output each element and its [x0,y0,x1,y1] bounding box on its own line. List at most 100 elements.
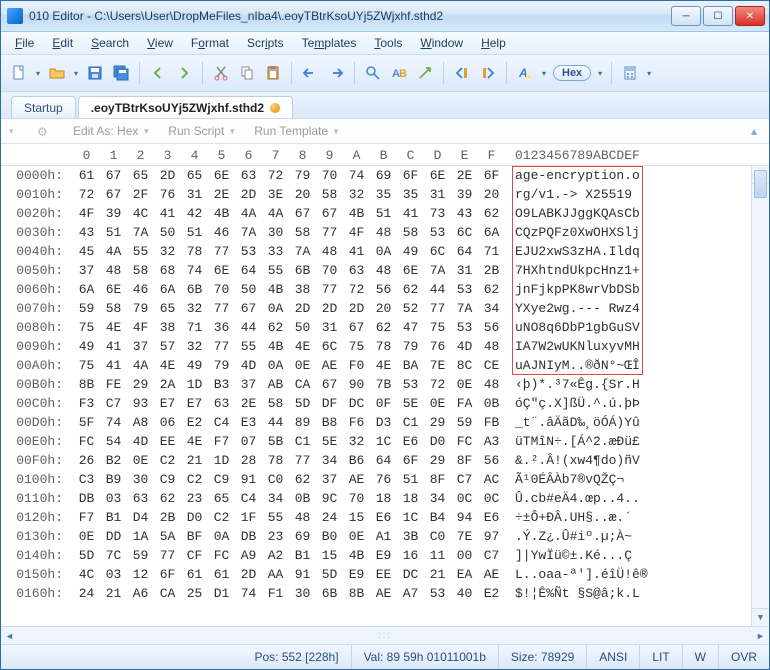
hex-byte[interactable]: 62 [370,320,397,335]
hex-byte[interactable]: F7 [208,434,235,449]
hex-byte[interactable]: 50 [289,320,316,335]
hex-byte[interactable]: AC [478,472,505,487]
hex-ascii[interactable]: CQzPQFz0XwOHXSlj [515,225,640,240]
hex-byte[interactable]: 34 [262,491,289,506]
hex-byte[interactable]: 40 [451,586,478,601]
status-encoding[interactable]: ANSI [587,645,640,669]
hex-byte[interactable]: 23 [262,529,289,544]
hex-mode-button[interactable]: Hex [553,65,591,81]
tab-startup[interactable]: Startup [11,96,76,118]
hex-byte[interactable]: 4D [451,339,478,354]
hex-byte[interactable]: B0 [316,529,343,544]
hex-byte[interactable]: 0E [343,529,370,544]
hex-byte[interactable]: 35 [370,187,397,202]
menu-window[interactable]: Window [412,34,471,52]
hex-byte[interactable]: 29 [127,377,154,392]
hex-byte[interactable]: 5A [154,529,181,544]
hex-row[interactable]: 0090h:494137573277554B4E6C757879764D48IA… [1,337,769,356]
hex-byte[interactable]: 2F [127,187,154,202]
hex-byte[interactable]: 39 [100,206,127,221]
calculator-button[interactable] [618,61,642,85]
hex-byte[interactable]: 48 [316,244,343,259]
hex-byte[interactable]: 51 [370,206,397,221]
hex-byte[interactable]: C4 [235,491,262,506]
hex-byte[interactable]: 1A [127,529,154,544]
hex-byte[interactable]: 32 [343,187,370,202]
hex-byte[interactable]: 78 [262,453,289,468]
redo-button[interactable] [324,61,348,85]
hex-byte[interactable]: 0C [478,491,505,506]
hex-bytes[interactable]: 72672F76312E2D3E2058323535313920 [73,187,505,202]
hex-byte[interactable]: 68 [154,263,181,278]
hex-byte[interactable]: 44 [424,282,451,297]
hex-byte[interactable]: 0A [208,529,235,544]
menu-tools[interactable]: Tools [366,34,410,52]
hex-byte[interactable]: 41 [100,358,127,373]
hex-byte[interactable]: 97 [478,529,505,544]
status-endian[interactable]: LIT [640,645,682,669]
hex-byte[interactable]: BA [397,358,424,373]
hex-byte[interactable]: 79 [397,339,424,354]
hex-bytes[interactable]: F3C793E7E7632E585DDFDC0F5E0EFA0B [73,396,505,411]
hex-byte[interactable]: 4A [127,358,154,373]
hex-row[interactable]: 00D0h:5F74A806E2C4E34489B8F6D3C12959FB_t… [1,413,769,432]
cut-button[interactable] [209,61,233,85]
hex-body[interactable]: 0000h:6167652D656E6372797074696F6E2E6Fag… [1,166,769,626]
hex-bytes[interactable]: 754E4F38713644625031676247755356 [73,320,505,335]
hex-byte[interactable]: 75 [73,358,100,373]
hex-byte[interactable]: DC [397,567,424,582]
hex-mode-dropdown[interactable]: ▾ [595,69,605,78]
hex-byte[interactable]: 77 [316,225,343,240]
hex-byte[interactable]: 7E [451,529,478,544]
hex-byte[interactable]: C7 [451,472,478,487]
hex-byte[interactable]: 51 [181,225,208,240]
hex-byte[interactable]: 4E [100,320,127,335]
hex-byte[interactable]: 3B [397,529,424,544]
hex-byte[interactable]: 65 [154,301,181,316]
hex-byte[interactable]: F7 [73,510,100,525]
hex-byte[interactable]: 20 [370,301,397,316]
hex-byte[interactable]: 7A [289,244,316,259]
hex-row[interactable]: 0080h:754E4F38713644625031676247755356uN… [1,318,769,337]
hex-byte[interactable]: 4B [262,282,289,297]
hex-byte[interactable]: C4 [208,415,235,430]
hex-byte[interactable]: 79 [127,301,154,316]
hex-byte[interactable]: FA [451,396,478,411]
hex-byte[interactable]: 70 [208,282,235,297]
hex-byte[interactable]: E3 [235,415,262,430]
hex-byte[interactable]: A3 [478,434,505,449]
hex-ascii[interactable]: ]|YwÏü©±.Ké...Ç [515,548,632,563]
hex-byte[interactable]: CF [181,548,208,563]
hex-byte[interactable]: 0F [370,396,397,411]
hex-byte[interactable]: 79 [289,168,316,183]
hex-byte[interactable]: 76 [370,472,397,487]
hex-byte[interactable]: 31 [424,187,451,202]
hex-byte[interactable]: 30 [289,586,316,601]
hex-byte[interactable]: A6 [127,586,154,601]
scroll-right-icon[interactable]: ► [752,627,769,644]
hex-byte[interactable]: 48 [100,263,127,278]
hex-byte[interactable]: FC [208,548,235,563]
hex-byte[interactable]: 51 [100,225,127,240]
nav-back-button[interactable] [146,61,170,85]
hex-byte[interactable]: 67 [100,168,127,183]
hex-byte[interactable]: DB [235,529,262,544]
hex-byte[interactable]: C7 [100,396,127,411]
hex-byte[interactable]: 4F [127,320,154,335]
hex-byte[interactable]: 7A [451,301,478,316]
hex-byte[interactable]: 28 [235,453,262,468]
hex-byte[interactable]: 07 [235,434,262,449]
hex-byte[interactable]: C9 [208,472,235,487]
hex-byte[interactable]: 4B [343,548,370,563]
hex-byte[interactable]: F0 [343,358,370,373]
hex-byte[interactable]: 75 [424,320,451,335]
paste-button[interactable] [261,61,285,85]
hex-byte[interactable]: 37 [127,339,154,354]
hex-row[interactable]: 0110h:DB0363622365C4340B9C701818340C0CÛ.… [1,489,769,508]
hex-ascii[interactable]: rg/v1.-> X25519 [515,187,640,202]
hex-byte[interactable]: 78 [181,244,208,259]
new-file-dropdown[interactable]: ▾ [33,69,43,78]
hex-byte[interactable]: 47 [397,320,424,335]
titlebar[interactable]: 010 Editor - C:\Users\User\DropMeFiles_n… [1,1,769,32]
hex-byte[interactable]: B9 [100,472,127,487]
